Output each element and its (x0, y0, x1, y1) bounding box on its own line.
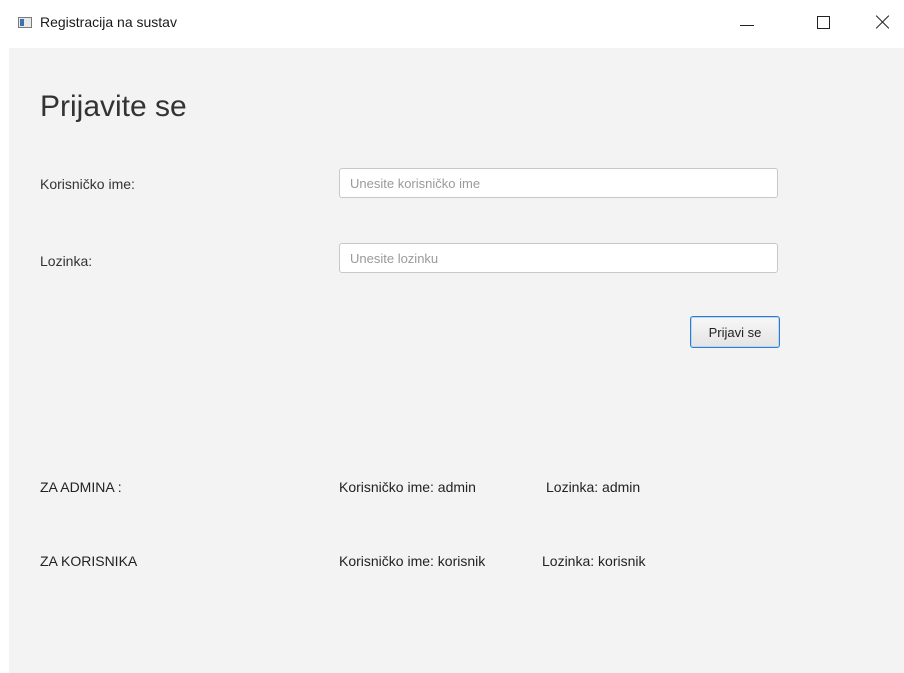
minimize-icon (740, 24, 754, 26)
user-credentials-label: ZA KORISNIKA (40, 553, 138, 569)
close-button[interactable] (860, 0, 904, 44)
maximize-icon (816, 15, 830, 29)
user-username-text: Korisničko ime: korisnik (339, 553, 486, 569)
user-password-text: Lozinka: korisnik (542, 553, 646, 569)
password-label: Lozinka: (40, 253, 93, 269)
minimize-button[interactable] (724, 0, 770, 44)
username-label: Korisničko ime: (40, 176, 135, 192)
username-input[interactable] (339, 168, 778, 198)
admin-credentials-label: ZA ADMINA : (40, 479, 122, 495)
login-button[interactable]: Prijavi se (690, 316, 780, 348)
window-title: Registracija na sustav (40, 14, 177, 30)
admin-username-text: Korisničko ime: admin (339, 479, 476, 495)
title-bar[interactable]: Registracija na sustav (0, 0, 904, 48)
login-panel: Prijavite se Korisničko ime: Lozinka: Pr… (9, 48, 904, 673)
admin-password-text: Lozinka: admin (546, 479, 641, 495)
app-window-icon (18, 17, 32, 28)
close-icon (876, 15, 890, 29)
password-input[interactable] (339, 243, 778, 273)
maximize-button[interactable] (800, 0, 846, 44)
page-title: Prijavite se (40, 90, 187, 123)
